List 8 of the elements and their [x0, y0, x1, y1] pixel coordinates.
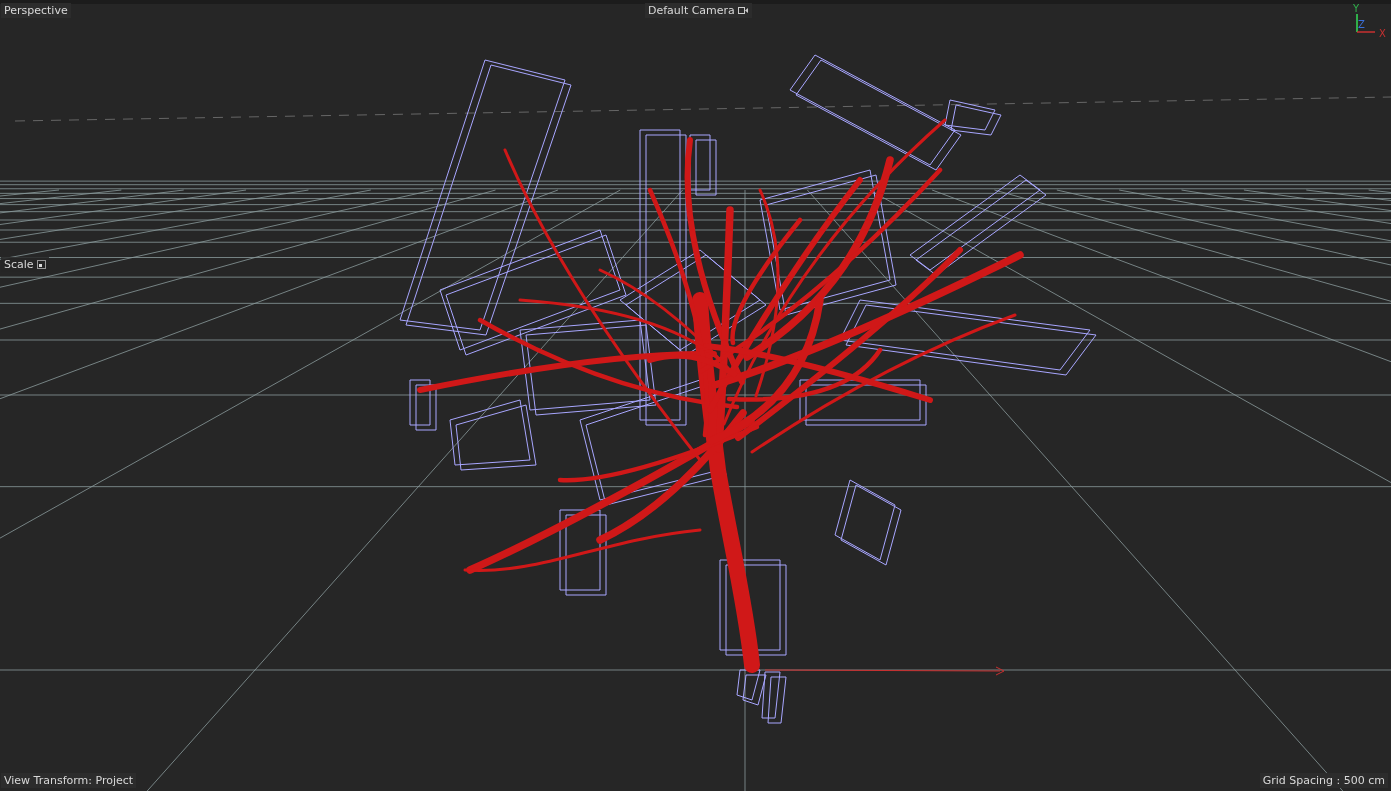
view-name-label[interactable]: Perspective: [1, 3, 71, 18]
camera-icon: [737, 6, 749, 15]
grid-spacing-label: Grid Spacing : 500 cm: [1259, 773, 1388, 788]
scale-handle[interactable]: Scale: [1, 257, 49, 272]
view-transform-label: View Transform: Project: [1, 773, 137, 788]
axis-gizmo-drawing: Y Z X: [1353, 3, 1386, 39]
camera-menu[interactable]: Default Camera: [645, 3, 752, 18]
scale-icon: [36, 260, 46, 269]
